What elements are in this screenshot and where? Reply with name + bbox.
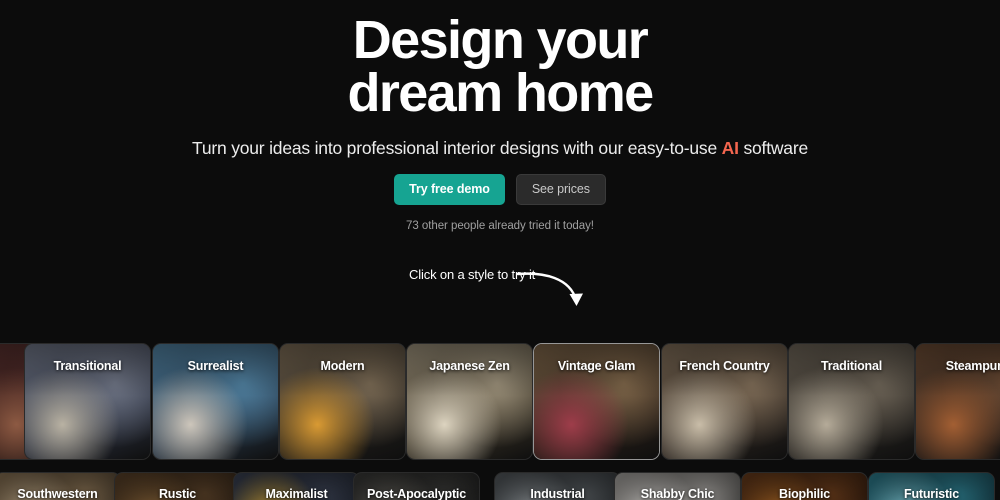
style-card-label: Post-Apocalyptic: [367, 487, 466, 500]
style-card-label: Modern: [320, 359, 365, 373]
style-card[interactable]: Futuristic: [868, 472, 995, 500]
headline-line-1: Design your: [352, 10, 649, 70]
see-prices-button[interactable]: See prices: [515, 174, 606, 205]
style-card[interactable]: French Country: [661, 343, 788, 460]
subtitle-text-end: software: [738, 137, 808, 158]
headline-line-2: dream home: [347, 62, 654, 123]
style-card[interactable]: Transitional: [24, 343, 151, 460]
style-card[interactable]: Japanese Zen: [406, 343, 533, 460]
style-card[interactable]: Steampunk: [915, 343, 1000, 460]
style-card-label: Vintage Glam: [557, 359, 636, 373]
style-card-label: Southwestern: [17, 487, 98, 500]
style-hint: Click on a style to try it: [0, 264, 1000, 306]
style-card[interactable]: Biophilic: [741, 472, 868, 500]
style-card[interactable]: Industrial: [494, 472, 621, 500]
cta-button-group: Try free demo See prices: [0, 174, 1000, 205]
style-card-label: Surrealist: [187, 359, 244, 373]
style-card[interactable]: Post-Apocalyptic: [353, 472, 480, 500]
style-card-label: Maximalist: [265, 487, 328, 500]
style-card-label: Shabby Chic: [640, 487, 715, 500]
hero-subtitle: Turn your ideas into professional interi…: [0, 137, 1000, 159]
style-card-label: Japanese Zen: [429, 359, 510, 373]
style-gallery: Transitional Surrealist Modern Japanese Zen…: [0, 343, 1000, 500]
style-card-label: Traditional: [820, 359, 882, 373]
style-row-2: Southwestern Rustic Maximalist Post-Apocaly…: [0, 472, 1000, 500]
style-card-label: French Country: [679, 359, 770, 373]
style-card[interactable]: Southwestern: [0, 472, 121, 500]
landing-page: Design your dream home Turn your ideas i…: [0, 0, 1000, 500]
style-card-label: Transitional: [53, 359, 122, 373]
style-card[interactable]: Surrealist: [152, 343, 279, 460]
ai-highlight: AI: [721, 137, 739, 158]
style-card[interactable]: Maximalist: [233, 472, 360, 500]
style-card[interactable]: Modern: [279, 343, 406, 460]
style-card-label: Industrial: [530, 487, 585, 500]
social-proof-text: 73 other people already tried it today!: [406, 219, 594, 232]
style-card[interactable]: Rustic: [114, 472, 241, 500]
page-title: Design your dream home: [290, 13, 710, 123]
style-card[interactable]: Traditional: [788, 343, 915, 460]
style-card-label: Rustic: [158, 487, 196, 500]
style-card[interactable]: Shabby Chic: [614, 472, 741, 500]
style-card[interactable]: Vintage Glam: [533, 343, 660, 460]
try-free-demo-button[interactable]: Try free demo: [394, 174, 505, 205]
style-card-label: Steampunk: [945, 359, 1000, 373]
style-card-label: Biophilic: [779, 487, 830, 500]
curved-arrow-down-icon: [516, 272, 583, 306]
hero-section: Design your dream home Turn your ideas i…: [0, 0, 1000, 232]
style-card-label: Futuristic: [904, 487, 959, 500]
style-row-1: Transitional Surrealist Modern Japanese Zen…: [0, 343, 1000, 460]
subtitle-text-start: Turn your ideas into professional interi…: [192, 137, 722, 158]
